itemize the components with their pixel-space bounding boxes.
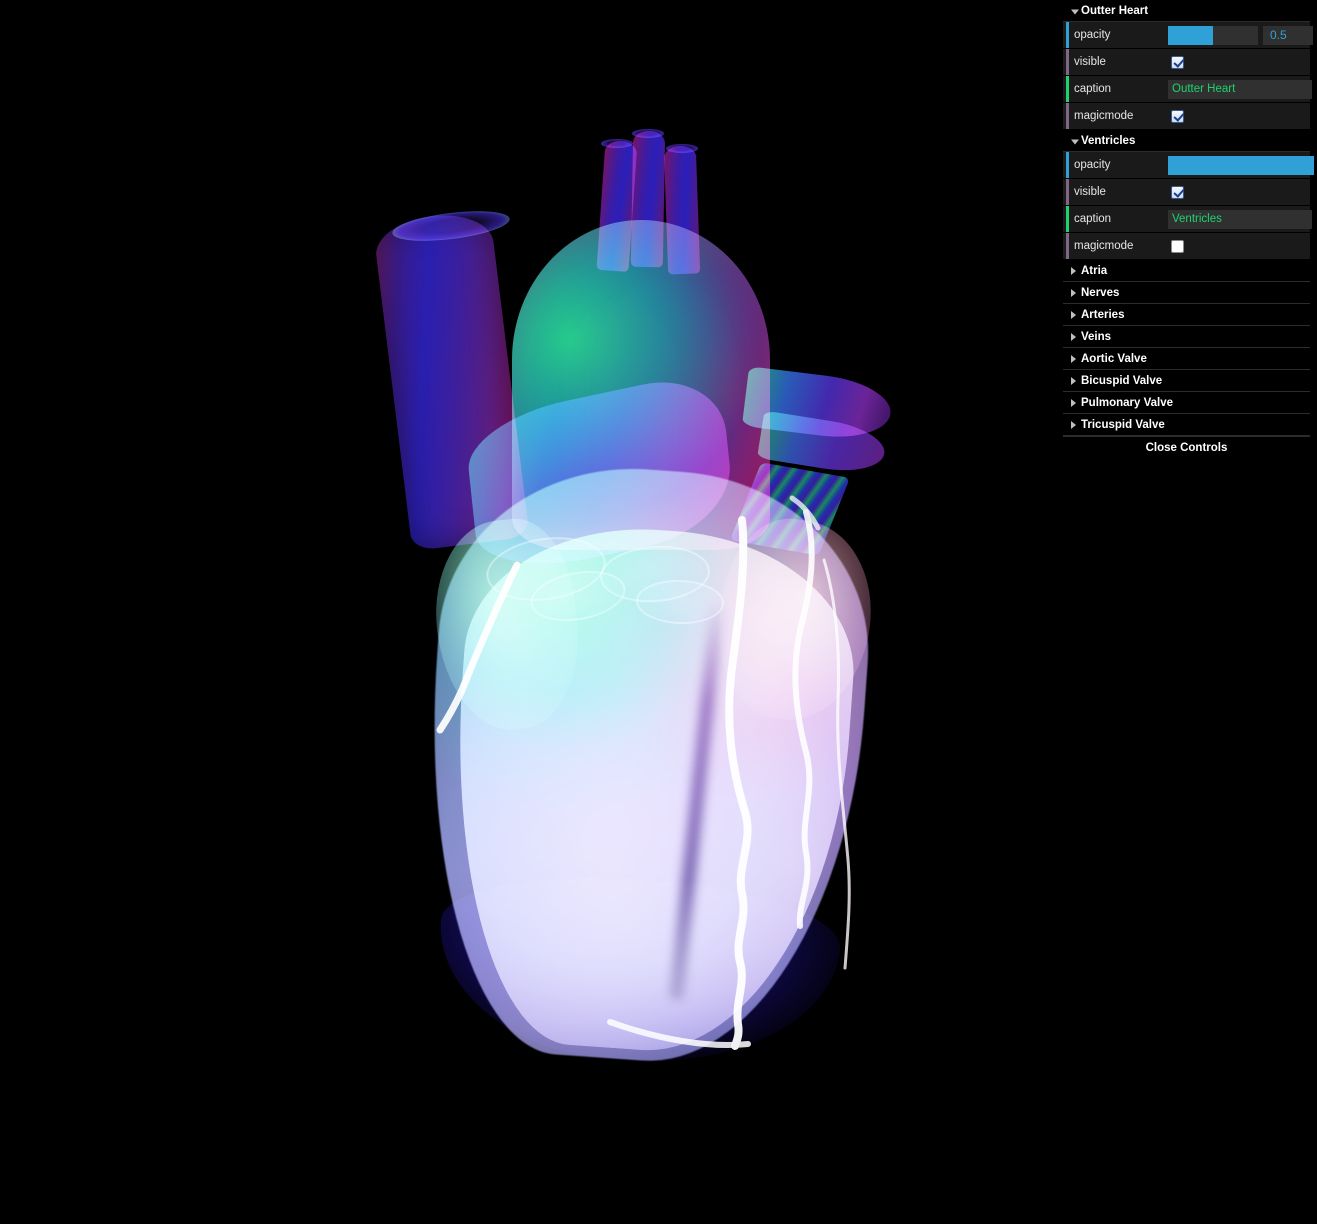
- control-row-outter-heart-magicmode: magicmode: [1063, 103, 1310, 130]
- control-widget-visible: [1168, 49, 1310, 75]
- chevron-right-icon: [1071, 420, 1076, 429]
- folder-title-ventricles[interactable]: Ventricles: [1063, 130, 1310, 152]
- control-row-outter-heart-caption: caption Outter Heart: [1063, 76, 1312, 103]
- number-input-outter-heart-opacity[interactable]: 0.5: [1263, 25, 1313, 45]
- slider-fill: [1168, 155, 1314, 175]
- control-accent-bar: [1066, 233, 1069, 259]
- 3d-heart-viewport[interactable]: [0, 0, 1063, 1224]
- folder-title-outter-heart[interactable]: Outter Heart: [1063, 0, 1310, 22]
- chevron-right-icon: [1071, 310, 1076, 319]
- gui-folder-list: Outter Heart opacity 0.5 visible caption Outt…: [1063, 0, 1314, 436]
- folder-title-nerves[interactable]: Nerves: [1063, 282, 1310, 304]
- gui-folder-arteries: Arteries: [1063, 304, 1310, 326]
- text-input-ventricles-caption[interactable]: Ventricles: [1168, 209, 1312, 229]
- nerve-fibers-group: [0, 0, 1063, 1224]
- control-label-visible: visible: [1074, 186, 1106, 198]
- control-widget-magicmode: [1168, 233, 1310, 259]
- close-controls-button[interactable]: Close Controls: [1063, 436, 1310, 458]
- control-accent-bar: [1066, 206, 1069, 232]
- folder-rows-ventricles: opacity 1 visible caption Ventricles magicmod…: [1063, 152, 1314, 260]
- heart-model-stage[interactable]: [0, 0, 1063, 1224]
- checkbox-ventricles-visible[interactable]: [1171, 185, 1184, 199]
- control-widget-caption: Ventricles: [1168, 206, 1317, 232]
- gui-folder-atria: Atria: [1063, 260, 1310, 282]
- gui-folder-pulmonary-valve: Pulmonary Valve: [1063, 392, 1310, 414]
- chevron-right-icon: [1071, 288, 1076, 297]
- folder-title-atria[interactable]: Atria: [1063, 260, 1310, 282]
- folder-rows-outter-heart: opacity 0.5 visible caption Outter Heart magi…: [1063, 22, 1313, 130]
- control-accent-bar: [1066, 152, 1069, 178]
- control-row-outter-heart-opacity: opacity 0.5: [1063, 22, 1313, 49]
- control-label-magicmode: magicmode: [1074, 110, 1134, 122]
- control-row-ventricles-visible: visible: [1063, 179, 1310, 206]
- chevron-down-icon: [1071, 139, 1079, 144]
- control-accent-bar: [1066, 103, 1069, 129]
- folder-title-aortic-valve[interactable]: Aortic Valve: [1063, 348, 1310, 370]
- control-row-ventricles-caption: caption Ventricles: [1063, 206, 1312, 233]
- control-widget-visible: [1168, 179, 1310, 205]
- control-label-caption: caption: [1074, 213, 1112, 225]
- folder-title-veins[interactable]: Veins: [1063, 326, 1310, 348]
- folder-label-outter-heart: Outter Heart: [1081, 5, 1149, 17]
- app-root: Outter Heart opacity 0.5 visible caption Outt…: [0, 0, 1317, 1224]
- gui-folder-nerves: Nerves: [1063, 282, 1310, 304]
- checkbox-outter-heart-visible[interactable]: [1171, 55, 1184, 69]
- control-label-visible: visible: [1074, 56, 1106, 68]
- control-accent-bar: [1066, 22, 1069, 48]
- control-widget-caption: Outter Heart: [1168, 76, 1317, 102]
- control-widget-magicmode: [1168, 103, 1310, 129]
- control-label-opacity: opacity: [1074, 29, 1111, 41]
- control-row-outter-heart-visible: visible: [1063, 49, 1310, 76]
- control-widget-opacity: 0.5: [1168, 22, 1313, 48]
- chevron-right-icon: [1071, 354, 1076, 363]
- control-accent-bar: [1066, 49, 1069, 75]
- folder-label-pulmonary-valve: Pulmonary Valve: [1081, 397, 1174, 409]
- gui-folder-bicuspid-valve: Bicuspid Valve: [1063, 370, 1310, 392]
- chevron-down-icon: [1071, 9, 1079, 14]
- folder-title-tricuspid-valve[interactable]: Tricuspid Valve: [1063, 414, 1310, 436]
- folder-title-bicuspid-valve[interactable]: Bicuspid Valve: [1063, 370, 1310, 392]
- dat-gui-control-panel[interactable]: Outter Heart opacity 0.5 visible caption Outt…: [1063, 0, 1314, 458]
- slider-fill: [1168, 25, 1213, 45]
- control-accent-bar: [1066, 76, 1069, 102]
- gui-folder-tricuspid-valve: Tricuspid Valve: [1063, 414, 1310, 436]
- folder-label-atria: Atria: [1081, 265, 1108, 277]
- folder-label-arteries: Arteries: [1081, 309, 1125, 321]
- control-widget-opacity: 1: [1168, 152, 1317, 178]
- control-row-ventricles-magicmode: magicmode: [1063, 233, 1310, 260]
- control-label-magicmode: magicmode: [1074, 240, 1134, 252]
- chevron-right-icon: [1071, 398, 1076, 407]
- control-label-caption: caption: [1074, 83, 1112, 95]
- gui-folder-aortic-valve: Aortic Valve: [1063, 348, 1310, 370]
- folder-label-nerves: Nerves: [1081, 287, 1120, 299]
- chevron-right-icon: [1071, 266, 1076, 275]
- chevron-right-icon: [1071, 332, 1076, 341]
- folder-label-bicuspid-valve: Bicuspid Valve: [1081, 375, 1163, 387]
- chevron-right-icon: [1071, 376, 1076, 385]
- control-label-opacity: opacity: [1074, 159, 1111, 171]
- folder-label-ventricles: Ventricles: [1081, 135, 1136, 147]
- folder-title-arteries[interactable]: Arteries: [1063, 304, 1310, 326]
- checkbox-ventricles-magicmode[interactable]: [1171, 239, 1184, 253]
- folder-title-pulmonary-valve[interactable]: Pulmonary Valve: [1063, 392, 1310, 414]
- checkbox-outter-heart-magicmode[interactable]: [1171, 109, 1184, 123]
- gui-folder-veins: Veins: [1063, 326, 1310, 348]
- gui-folder-ventricles: Ventricles opacity 1 visible caption Ventricl…: [1063, 130, 1314, 260]
- folder-label-veins: Veins: [1081, 331, 1112, 343]
- control-row-ventricles-opacity: opacity 1: [1063, 152, 1314, 179]
- slider-outter-heart-opacity[interactable]: [1168, 25, 1258, 45]
- gui-folder-outter-heart: Outter Heart opacity 0.5 visible caption Outt…: [1063, 0, 1313, 130]
- slider-ventricles-opacity[interactable]: [1168, 155, 1314, 175]
- folder-label-aortic-valve: Aortic Valve: [1081, 353, 1147, 365]
- folder-label-tricuspid-valve: Tricuspid Valve: [1081, 419, 1165, 431]
- control-accent-bar: [1066, 179, 1069, 205]
- text-input-outter-heart-caption[interactable]: Outter Heart: [1168, 79, 1312, 99]
